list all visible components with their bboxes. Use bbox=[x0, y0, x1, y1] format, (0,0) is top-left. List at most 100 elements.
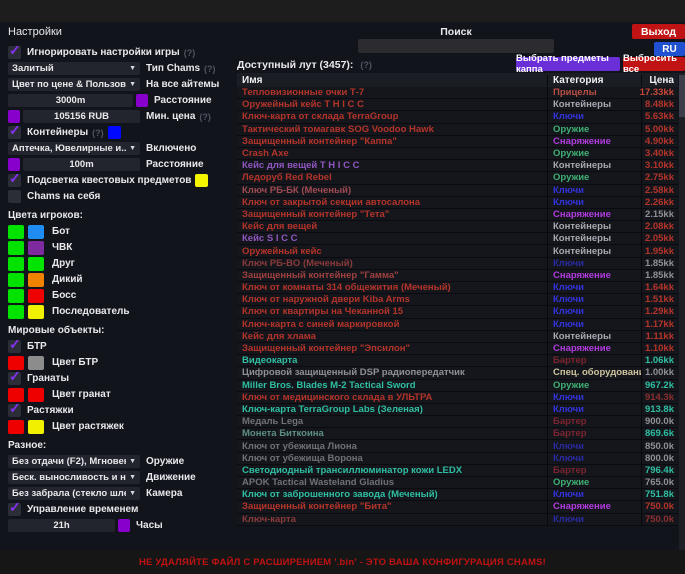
chams-type-select[interactable]: Залитый▼ bbox=[8, 62, 140, 75]
table-row[interactable]: Ключ от заброшенного завода (Меченый)Клю… bbox=[237, 489, 678, 501]
table-row[interactable]: Crash AxeОружие3.40kk bbox=[237, 148, 678, 160]
table-row[interactable]: Защищенный контейнер "Бита"Снаряжение750… bbox=[237, 501, 678, 513]
item-name: Монета Биткоина bbox=[237, 428, 547, 439]
table-row[interactable]: Монета БиткоинаБартер869.6k bbox=[237, 428, 678, 440]
weapon-options-select[interactable]: Без отдачи (F2), Мгновенное п▼ bbox=[8, 455, 140, 468]
table-row[interactable]: ВидеокартаБартер1.06kk bbox=[237, 355, 678, 367]
table-row[interactable]: Ключ от наружной двери Kiba ArmsКлючи1.5… bbox=[237, 294, 678, 306]
movement-options-select[interactable]: Беск. выносливость и нет уста▼ bbox=[8, 471, 140, 484]
table-row[interactable]: Медаль LegaБартер900.0k bbox=[237, 416, 678, 428]
table-row[interactable]: Ключ от убежища ЛионаКлючи850.0k bbox=[237, 440, 678, 452]
table-row[interactable]: Ключ от закрытой секции автосалонаКлючи2… bbox=[237, 197, 678, 209]
item-category: Спец. оборудование bbox=[547, 367, 641, 378]
item-price: 913.8k bbox=[641, 404, 678, 415]
table-row[interactable]: Ключ от комнаты 314 общежития (Меченый)К… bbox=[237, 282, 678, 294]
table-row[interactable]: Оружейный кейс T H I C CКонтейнеры8.48kk bbox=[237, 99, 678, 111]
exit-button[interactable]: Выход bbox=[632, 24, 685, 39]
containers-color-swatch[interactable] bbox=[108, 126, 121, 139]
table-row[interactable]: Ключ от убежища ВоронаКлючи800.0k bbox=[237, 453, 678, 465]
color-scav-swatch-1[interactable] bbox=[8, 273, 24, 287]
color-tripwires-swatch-2[interactable] bbox=[28, 420, 44, 434]
table-row[interactable]: Кейс для хламаКонтейнеры1.11kk bbox=[237, 331, 678, 343]
btr-checkbox[interactable]: ✓ bbox=[8, 340, 21, 353]
color-grenades-row: Цвет гранат bbox=[8, 388, 232, 401]
quest-items-highlight-color-swatch[interactable] bbox=[195, 174, 208, 187]
item-category: Ключи bbox=[547, 197, 641, 208]
table-row[interactable]: Защищенный контейнер "Каппа"Снаряжение4.… bbox=[237, 136, 678, 148]
grenades-checkbox[interactable]: ✓ bbox=[8, 372, 21, 385]
table-row[interactable]: Оружейный кейсКонтейнеры1.95kk bbox=[237, 245, 678, 257]
column-price[interactable]: Цена bbox=[641, 75, 678, 86]
item-category: Контейнеры bbox=[547, 331, 641, 342]
discard-all-button[interactable]: Выбросить все bbox=[623, 57, 685, 71]
color-grenades-swatch-2[interactable] bbox=[28, 388, 44, 402]
item-category: Ключи bbox=[547, 185, 641, 196]
table-row[interactable]: Светодиодный трансиллюминатор кожи LEDXБ… bbox=[237, 465, 678, 477]
table-row[interactable]: Ключ РБ-BO (Меченый)Ключи1.85kk bbox=[237, 258, 678, 270]
color-friend-swatch-2[interactable] bbox=[28, 257, 44, 271]
enabled-categories-select[interactable]: Аптечка, Ювелирные и...▼ bbox=[8, 142, 140, 155]
table-row[interactable]: Ключ-карта от склада TerraGroupКлючи5.63… bbox=[237, 111, 678, 123]
table-row[interactable]: Ключ-карта TerraGroup Labs (Зеленая)Ключ… bbox=[237, 404, 678, 416]
min-price-row: 105156 RUBМин. цена(?) bbox=[8, 110, 232, 123]
column-category[interactable]: Категория bbox=[547, 75, 641, 86]
color-pmc-swatch-1[interactable] bbox=[8, 241, 24, 255]
containers-distance-input[interactable]: 100m bbox=[23, 158, 140, 171]
ignore-game-settings-checkbox[interactable]: ✓ bbox=[8, 46, 21, 59]
chams-config-window: Настройки ✓Игнорировать настройки игры(?… bbox=[0, 0, 685, 574]
color-boss-swatch-2[interactable] bbox=[28, 289, 44, 303]
color-follower-swatch-2[interactable] bbox=[28, 305, 44, 319]
time-hours-input[interactable]: 21h bbox=[8, 519, 115, 532]
color-pmc-swatch-2[interactable] bbox=[28, 241, 44, 255]
select-kappa-items-button[interactable]: Выбрать предметы каппа bbox=[516, 57, 620, 71]
table-row[interactable]: Ключ-карта с синей маркировкойКлючи1.17k… bbox=[237, 319, 678, 331]
table-row[interactable]: Кейс для вещейКонтейнеры2.08kk bbox=[237, 221, 678, 233]
tripwires-checkbox[interactable]: ✓ bbox=[8, 404, 21, 417]
item-category: Снаряжение bbox=[547, 343, 641, 354]
quest-items-highlight-checkbox[interactable]: ✓ bbox=[8, 174, 21, 187]
time-hours-color-swatch[interactable] bbox=[118, 519, 130, 532]
items-distance-input[interactable]: 3000m bbox=[8, 94, 133, 107]
chams-type-label: Тип Chams bbox=[146, 63, 200, 74]
all-items-mode-select[interactable]: Цвет по цене & Пользователь▼ bbox=[8, 78, 140, 91]
table-row[interactable]: APOK Tactical Wasteland GladiusОружие765… bbox=[237, 477, 678, 489]
table-row[interactable]: Miller Bros. Blades M-2 Tactical SwordОр… bbox=[237, 380, 678, 392]
item-name: Ключ от медицинского склада в УЛЬТРА bbox=[237, 392, 547, 403]
table-row[interactable]: Ключ-картаКлючи750.0k bbox=[237, 514, 678, 526]
item-price: 1.85kk bbox=[641, 270, 678, 281]
color-scav-swatch-2[interactable] bbox=[28, 273, 44, 287]
table-row[interactable]: Кейс S I C CКонтейнеры2.05kk bbox=[237, 233, 678, 245]
table-row[interactable]: Ледоруб Red RebelОружие2.75kk bbox=[237, 172, 678, 184]
table-row[interactable]: Тепловизионные очки Т-7Прицелы17.33kk bbox=[237, 87, 678, 99]
color-tripwires-swatch-1[interactable] bbox=[8, 420, 24, 434]
grenades-row: ✓Гранаты bbox=[8, 372, 232, 385]
table-scrollbar[interactable] bbox=[679, 73, 685, 550]
camera-options-label: Камера bbox=[146, 488, 182, 499]
table-row[interactable]: Ключ РБ-БК (Меченый)Ключи2.58kk bbox=[237, 185, 678, 197]
search-input[interactable] bbox=[358, 39, 554, 53]
column-name[interactable]: Имя bbox=[237, 75, 547, 86]
table-row[interactable]: Цифровой защищенный DSP радиопередатчикС… bbox=[237, 367, 678, 379]
table-scrollbar-thumb[interactable] bbox=[679, 75, 685, 117]
color-friend-swatch-1[interactable] bbox=[8, 257, 24, 271]
time-control-checkbox[interactable]: ✓ bbox=[8, 503, 21, 516]
chams-self-checkbox[interactable] bbox=[8, 190, 21, 203]
table-row[interactable]: Кейс для вещей T H I C CКонтейнеры3.10kk bbox=[237, 160, 678, 172]
items-distance-color-swatch[interactable] bbox=[136, 94, 148, 107]
table-row[interactable]: Защищенный контейнер "Эпсилон"Снаряжение… bbox=[237, 343, 678, 355]
color-bot-swatch-2[interactable] bbox=[28, 225, 44, 239]
camera-options-select[interactable]: Без забрала (стекло шлема)▼ bbox=[8, 487, 140, 500]
min-price-input[interactable]: 105156 RUB bbox=[23, 110, 140, 123]
color-follower-swatch-1[interactable] bbox=[8, 305, 24, 319]
table-row[interactable]: Тактический томагавк SOG Voodoo HawkОруж… bbox=[237, 124, 678, 136]
color-btr-swatch-2[interactable] bbox=[28, 356, 44, 370]
table-row[interactable]: Ключ от медицинского склада в УЛЬТРАКлюч… bbox=[237, 392, 678, 404]
item-name: Ключ-карта от склада TerraGroup bbox=[237, 111, 547, 122]
table-row[interactable]: Защищенный контейнер "Гамма"Снаряжение1.… bbox=[237, 270, 678, 282]
check-icon: ✓ bbox=[9, 499, 21, 516]
color-boss-swatch-1[interactable] bbox=[8, 289, 24, 303]
containers-checkbox[interactable]: ✓ bbox=[8, 126, 21, 139]
table-row[interactable]: Защищенный контейнер "Тета"Снаряжение2.1… bbox=[237, 209, 678, 221]
table-row[interactable]: Ключ от квартиры на Чеканной 15Ключи1.29… bbox=[237, 306, 678, 318]
color-bot-swatch-1[interactable] bbox=[8, 225, 24, 239]
